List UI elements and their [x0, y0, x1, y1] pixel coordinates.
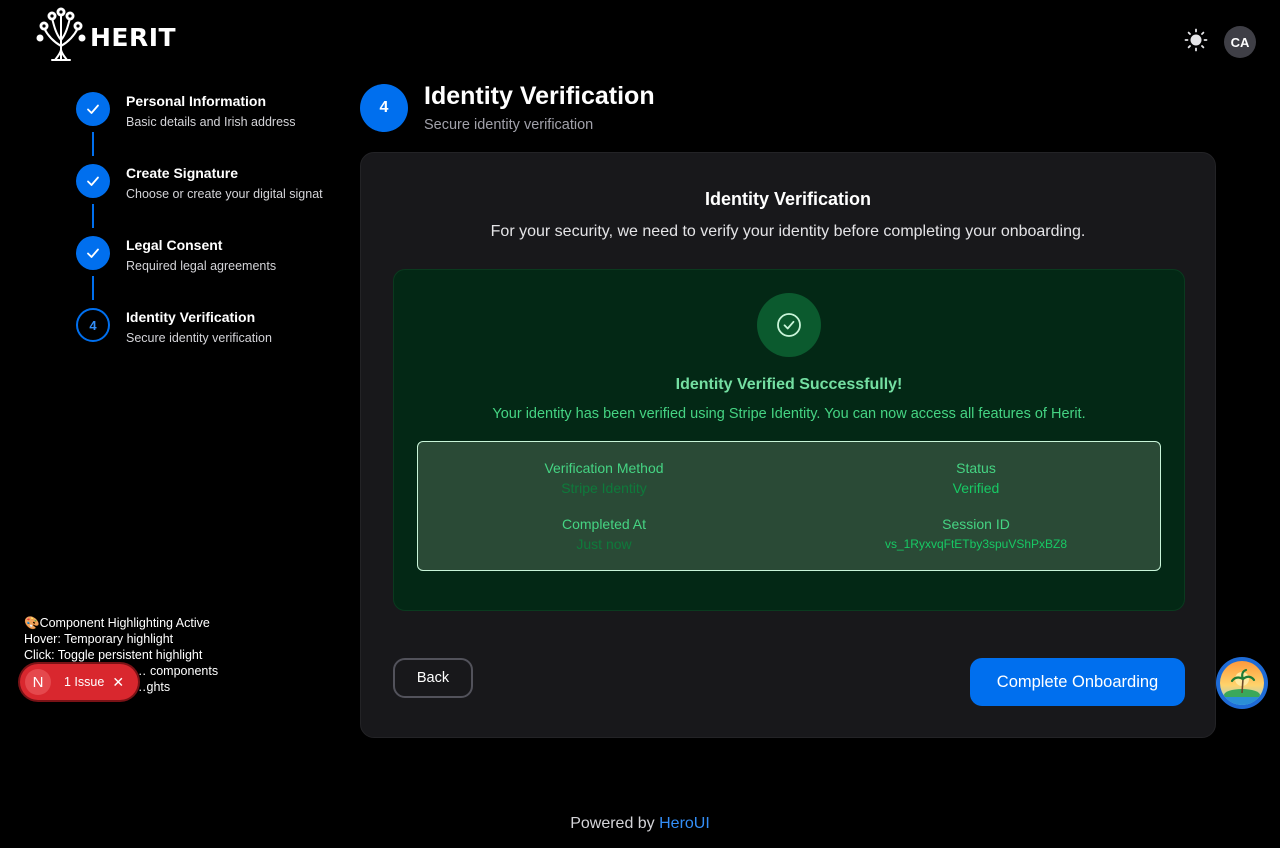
- detail-verification-method: Verification Method Stripe Identity: [418, 460, 790, 496]
- nextjs-icon: N: [25, 669, 51, 695]
- logo-text: HERIT: [90, 22, 177, 52]
- detail-label: Completed At: [561, 516, 647, 532]
- verification-card: Identity Verification For your security,…: [360, 152, 1216, 738]
- detail-value: Verified: [952, 480, 1000, 496]
- check-icon: [87, 176, 99, 186]
- detail-label: Verification Method: [544, 460, 664, 476]
- step-title: Identity Verification: [126, 309, 256, 325]
- page-title: Identity Verification: [424, 82, 655, 110]
- island-avatar-icon: [1220, 661, 1264, 705]
- step-title: Personal Information: [126, 93, 267, 109]
- detail-value: Just now: [576, 536, 632, 552]
- dev-panel-line: Click: Toggle persistent highlight: [24, 648, 203, 662]
- verification-details: Verification Method Stripe Identity Stat…: [417, 441, 1161, 571]
- detail-value: vs_1RyxvqFtETby3spuVShPxBZ8: [884, 537, 1068, 551]
- success-badge: [757, 293, 821, 357]
- step-current-indicator: 4: [76, 308, 110, 342]
- step-connector: [92, 276, 94, 300]
- step-number-badge: 4: [360, 84, 408, 132]
- issues-label: 1 Issue: [64, 675, 105, 689]
- assistant-fab-button[interactable]: [1216, 657, 1268, 709]
- success-title: Identity Verified Successfully!: [675, 376, 903, 393]
- theme-toggle-button[interactable]: [1184, 28, 1208, 52]
- card-title: Identity Verification: [704, 189, 872, 209]
- step-personal-information[interactable]: Personal Information Basic details and I…: [76, 92, 346, 164]
- step-subtitle: Secure identity verification: [126, 331, 272, 345]
- footer-prefix: Powered by: [570, 815, 660, 832]
- step-subtitle: Basic details and Irish address: [126, 115, 296, 129]
- step-complete-indicator: [76, 92, 110, 126]
- success-description: Your identity has been verified using St…: [492, 406, 1086, 422]
- footer: Powered by HeroUI: [0, 815, 1280, 833]
- step-create-signature[interactable]: Create Signature Choose or create your d…: [76, 164, 346, 236]
- step-complete-indicator: [76, 164, 110, 198]
- dev-panel-line: Hover: Temporary highlight: [24, 632, 174, 646]
- back-button[interactable]: Back: [393, 658, 473, 698]
- page-subtitle: Secure identity verification: [424, 117, 594, 133]
- issues-badge[interactable]: N 1 Issue ✕: [20, 664, 138, 700]
- step-connector: [92, 204, 94, 228]
- sun-icon: [1184, 28, 1208, 52]
- detail-status: Status Verified: [790, 460, 1162, 496]
- detail-session-id: Session ID vs_1RyxvqFtETby3spuVShPxBZ8: [790, 516, 1162, 551]
- detail-label: Status: [956, 460, 996, 476]
- complete-onboarding-button[interactable]: Complete Onboarding: [970, 658, 1185, 706]
- check-icon: [87, 104, 99, 114]
- step-title: Create Signature: [126, 165, 239, 181]
- verification-success-panel: Identity Verified Successfully! Your ide…: [393, 269, 1185, 611]
- card-description: For your security, we need to verify you…: [490, 223, 1086, 240]
- onboarding-stepper: Personal Information Basic details and I…: [76, 92, 346, 380]
- user-avatar[interactable]: CA: [1224, 26, 1256, 58]
- herit-logo[interactable]: HERIT: [34, 6, 176, 62]
- check-icon: [87, 248, 99, 258]
- step-identity-verification[interactable]: 4 Identity Verification Secure identity …: [76, 308, 346, 380]
- step-subtitle: Choose or create your digital signat: [126, 187, 323, 201]
- heroui-link[interactable]: HeroUI: [659, 815, 710, 832]
- step-title: Legal Consent: [126, 237, 223, 253]
- detail-value: Stripe Identity: [561, 480, 647, 496]
- step-legal-consent[interactable]: Legal Consent Required legal agreements: [76, 236, 346, 308]
- detail-completed-at: Completed At Just now: [418, 516, 790, 552]
- check-circle-icon: [777, 313, 801, 337]
- step-subtitle: Required legal agreements: [126, 259, 277, 273]
- step-connector: [92, 132, 94, 156]
- step-complete-indicator: [76, 236, 110, 270]
- dev-panel-line: 🎨Component Highlighting Active: [24, 616, 210, 630]
- close-icon[interactable]: ✕: [112, 674, 124, 691]
- tree-logo-icon: [36, 7, 86, 61]
- detail-label: Session ID: [942, 516, 1010, 532]
